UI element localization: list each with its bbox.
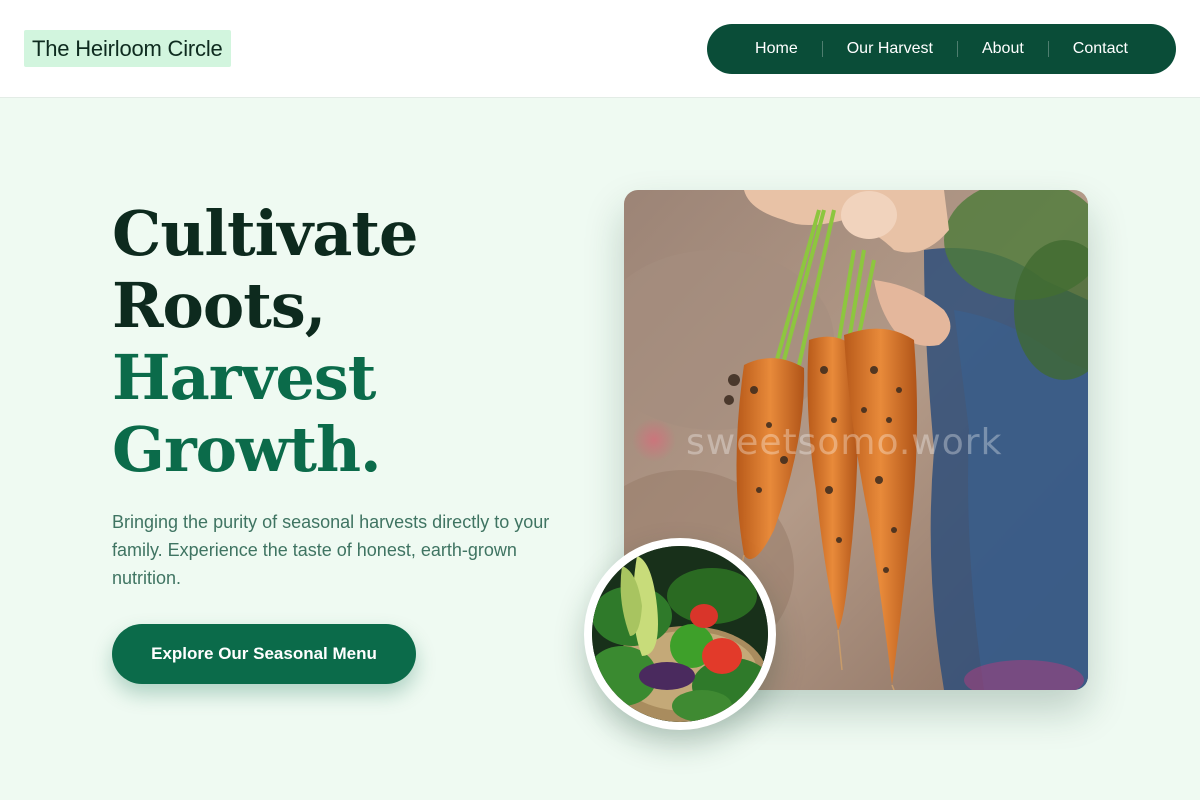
nav-link-home[interactable]: Home [731,40,822,58]
brand-logo[interactable]: The Heirloom Circle [24,30,231,67]
nav-link-our-harvest[interactable]: Our Harvest [823,40,957,58]
site-header: The Heirloom Circle Home Our Harvest Abo… [0,0,1200,98]
explore-menu-button[interactable]: Explore Our Seasonal Menu [112,624,416,684]
nav-link-about[interactable]: About [958,40,1048,58]
nav-link-contact[interactable]: Contact [1049,40,1152,58]
vegetable-basket-photo [584,538,776,730]
hero-title: Cultivate Roots, Harvest Growth. [112,198,582,486]
hero-title-line: Cultivate [112,197,418,270]
photo-watermark: sweetsomo.work [686,422,1003,463]
hero-subtitle: Bringing the purity of seasonal harvests… [112,512,550,588]
hero-title-line-accent: Growth. [112,413,382,486]
hero-title-line-accent: Harvest [112,341,376,414]
hero-title-line: Roots, [112,269,326,342]
main-nav: Home Our Harvest About Contact [707,24,1176,74]
vegetable-basket-image [592,546,768,722]
